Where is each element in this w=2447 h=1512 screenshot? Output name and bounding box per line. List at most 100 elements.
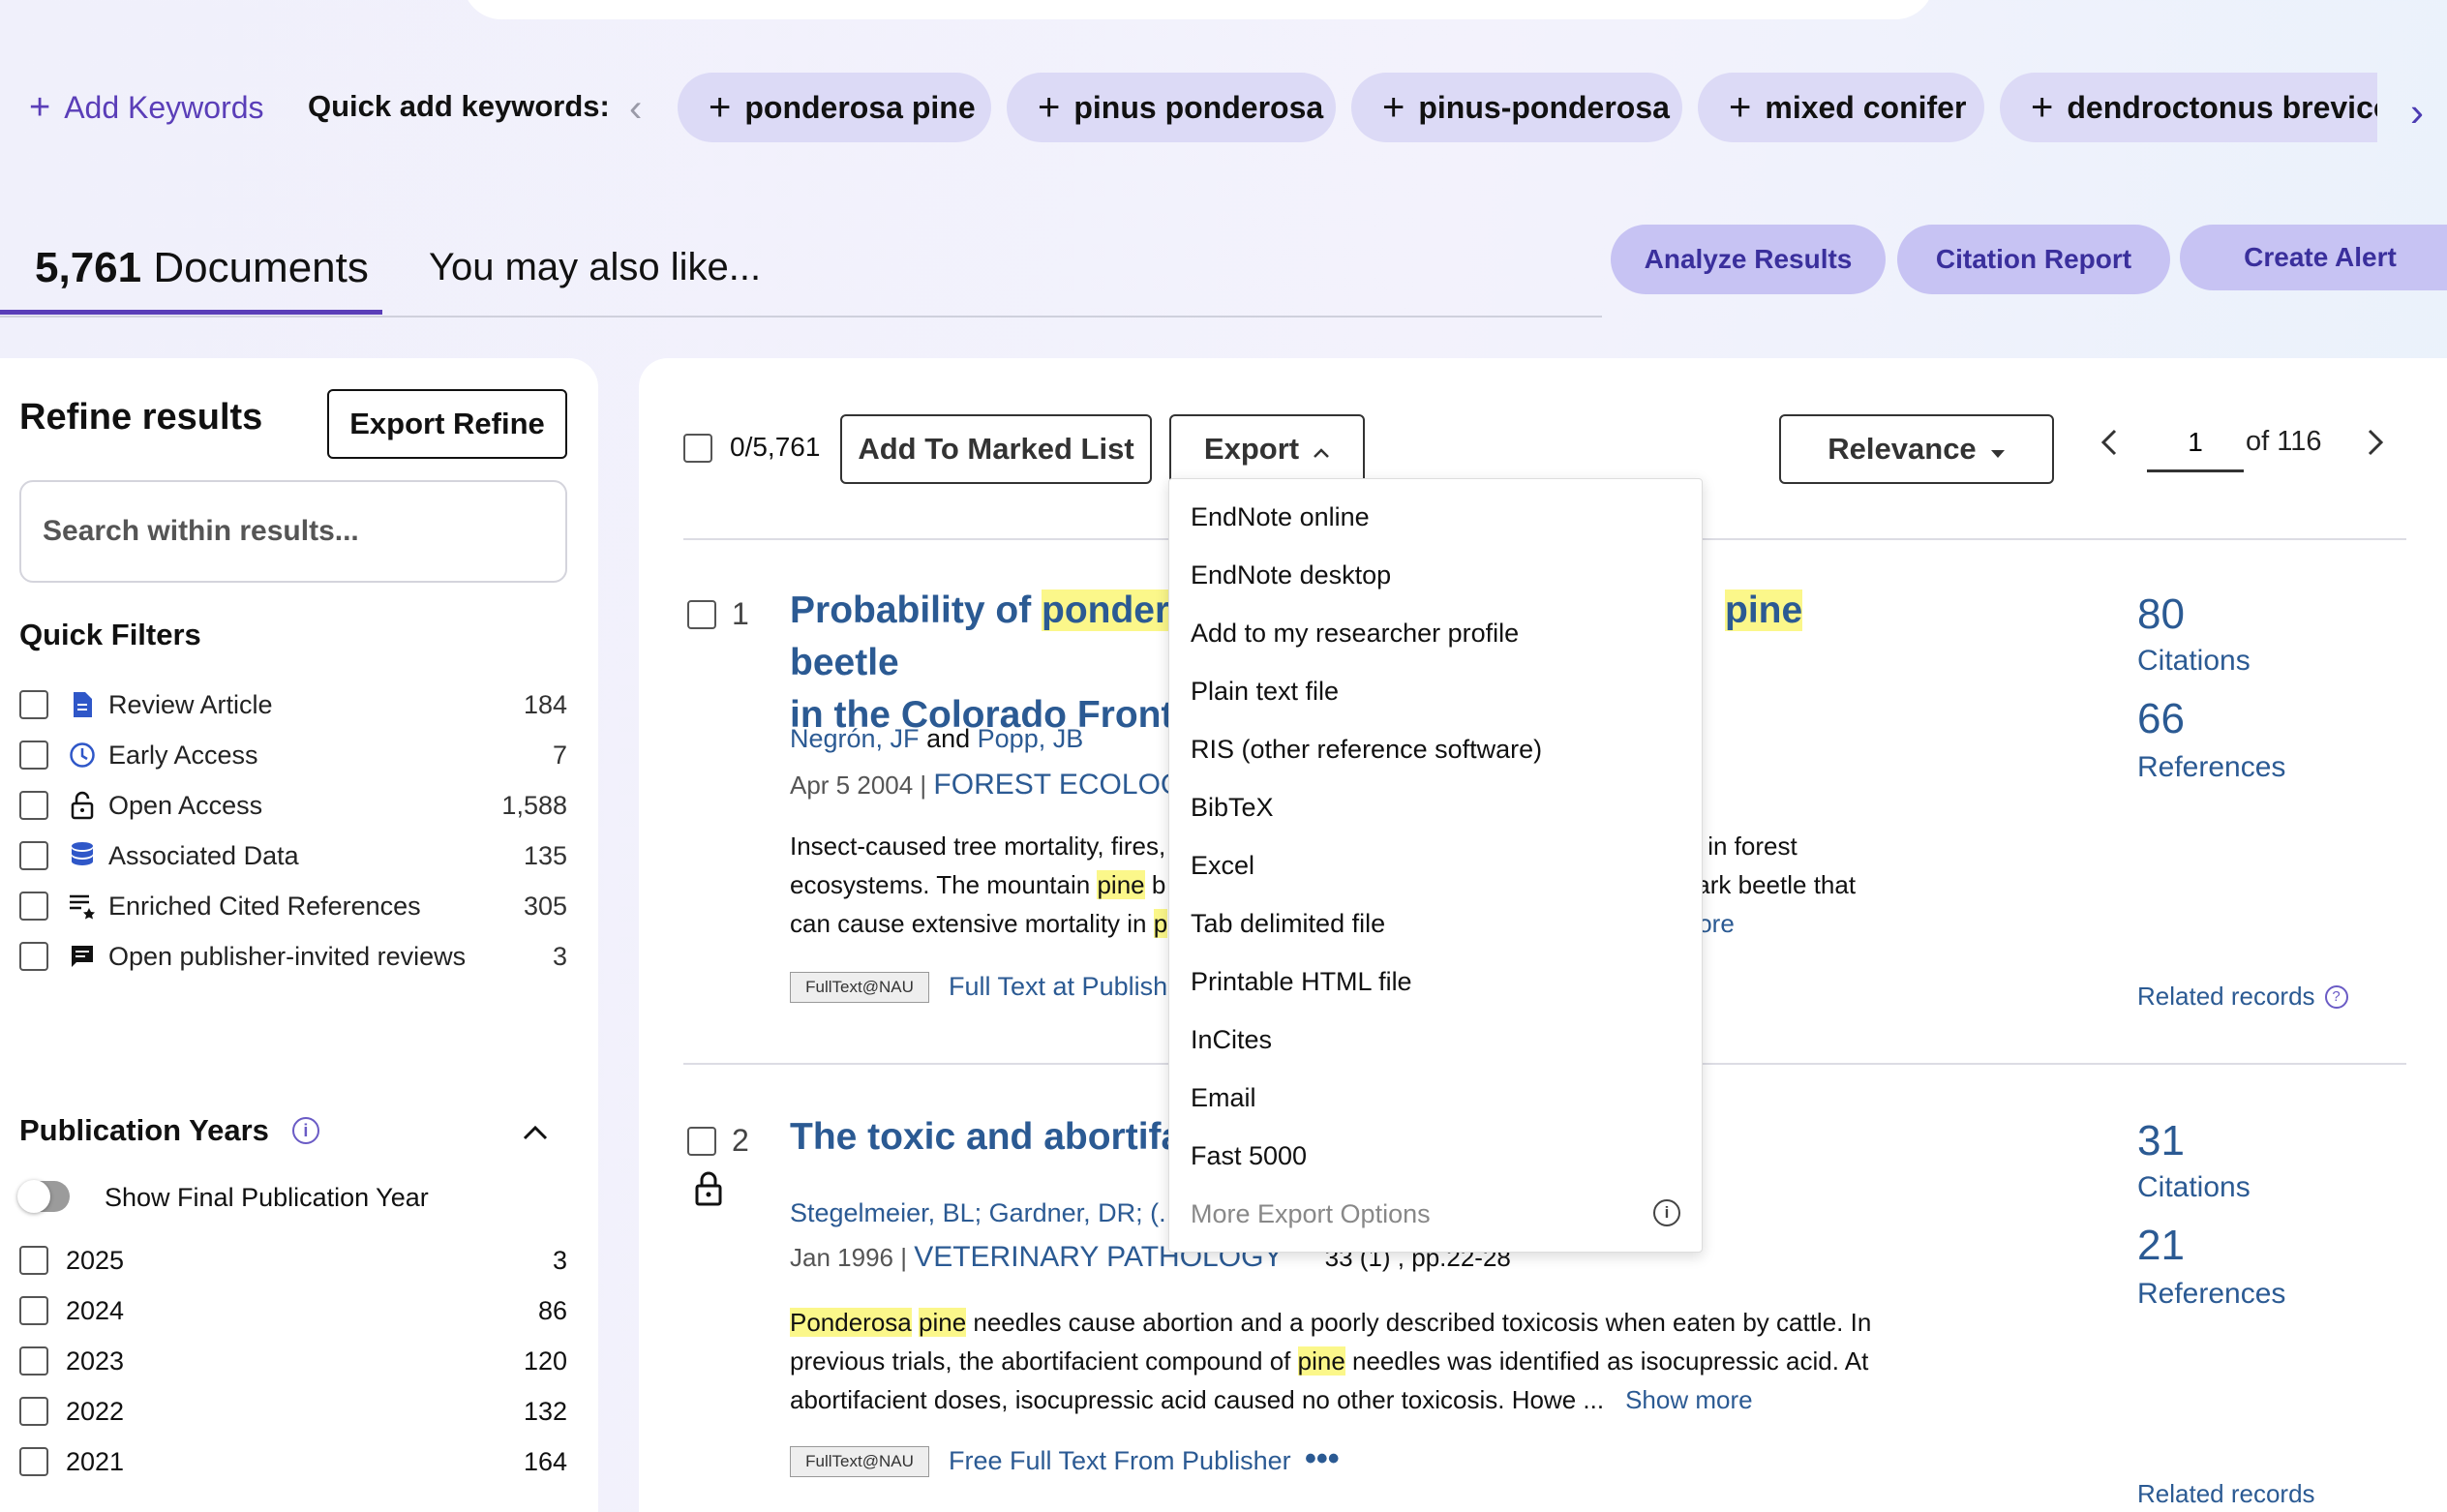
list-star-icon (68, 892, 97, 921)
prev-page-icon[interactable] (2100, 424, 2118, 465)
filter-row[interactable]: Early Access 7 (19, 734, 567, 776)
chevron-right-icon[interactable]: › (2410, 89, 2424, 136)
keyword-row: + Add Keywords Quick add keywords: ‹ + po… (0, 68, 2447, 147)
quick-filters-title: Quick Filters (19, 618, 201, 651)
filter-row[interactable]: Open Access 1,588 (19, 784, 567, 827)
analyze-results-button[interactable]: Analyze Results (1611, 225, 1886, 294)
record-authors: Negrón, JF and Popp, JB (790, 724, 1084, 753)
references-label[interactable]: References (2137, 751, 2285, 784)
citation-report-button[interactable]: Citation Report (1897, 225, 2170, 294)
menu-item-plain-text[interactable]: Plain text file (1191, 677, 1339, 707)
citations-label[interactable]: Citations (2137, 1171, 2251, 1204)
related-records-link[interactable]: Related records? (2137, 982, 2348, 1012)
checkbox[interactable] (19, 690, 48, 719)
info-icon[interactable]: i (291, 1117, 319, 1144)
plus-icon: + (1038, 85, 1061, 129)
checkbox[interactable] (19, 1246, 48, 1275)
export-button[interactable]: Export (1169, 414, 1365, 484)
chevron-up-icon[interactable] (523, 1111, 548, 1149)
export-refine-button[interactable]: Export Refine (327, 389, 567, 459)
keyword-chip[interactable]: + mixed conifer (1698, 73, 1984, 142)
menu-item-excel[interactable]: Excel (1191, 851, 1254, 881)
references-count[interactable]: 21 (2137, 1222, 2185, 1270)
final-year-toggle[interactable] (17, 1180, 70, 1213)
author-link[interactable]: Negrón, JF (790, 724, 920, 753)
citations-label[interactable]: Citations (2137, 645, 2251, 678)
page-total: of 116 (2246, 426, 2322, 457)
record-authors[interactable]: Stegelmeier, BL; Gardner, DR; (...); (790, 1198, 1196, 1228)
show-more-link[interactable]: Show more (1625, 1385, 1753, 1414)
checkbox[interactable] (19, 1346, 48, 1376)
menu-item-fast-5000[interactable]: Fast 5000 (1191, 1141, 1307, 1171)
menu-item-incites[interactable]: InCites (1191, 1025, 1272, 1055)
database-icon (68, 841, 97, 870)
checkbox[interactable] (19, 791, 48, 820)
menu-item-ris[interactable]: RIS (other reference software) (1191, 735, 1542, 765)
menu-item-printable-html[interactable]: Printable HTML file (1191, 967, 1412, 997)
year-row[interactable]: 2024 86 (19, 1289, 567, 1332)
more-options-icon[interactable]: ••• (1305, 1440, 1340, 1478)
add-to-marked-list-button[interactable]: Add To Marked List (840, 414, 1152, 484)
info-icon[interactable]: i (1653, 1199, 1680, 1226)
filter-row[interactable]: Review Article 184 (19, 683, 567, 726)
keyword-chip[interactable]: + pinus ponderosa (1007, 73, 1336, 142)
year-row[interactable]: 2022 132 (19, 1390, 567, 1433)
search-within-input[interactable] (19, 480, 567, 583)
full-text-link[interactable]: Full Text at Publishe (949, 972, 1182, 1002)
filter-row[interactable]: Open publisher-invited reviews 3 (19, 935, 567, 978)
sort-select[interactable]: Relevance (1779, 414, 2054, 484)
menu-item-email[interactable]: Email (1191, 1083, 1256, 1113)
year-row[interactable]: 2025 3 (19, 1239, 567, 1282)
checkbox[interactable] (19, 841, 48, 870)
clock-icon (68, 741, 97, 769)
citations-count[interactable]: 31 (2137, 1117, 2185, 1165)
related-records-link[interactable]: Related records (2137, 1479, 2315, 1509)
checkbox[interactable] (19, 892, 48, 921)
fulltext-nau-badge[interactable]: FullText@NAU (790, 972, 929, 1003)
page-input[interactable] (2147, 414, 2244, 472)
record-meta: Apr 5 2004 | FOREST ECOLOGY A (790, 769, 1228, 801)
active-tab-indicator (0, 310, 382, 315)
menu-item-more-export-options: More Export Options (1191, 1199, 1431, 1228)
add-keywords-button[interactable]: + Add Keywords (29, 87, 264, 129)
keyword-chip[interactable]: + ponderosa pine (678, 73, 991, 142)
tab-you-may-also-like[interactable]: You may also like... (429, 246, 761, 289)
filter-row[interactable]: Associated Data 135 (19, 834, 567, 877)
menu-item-endnote-online[interactable]: EndNote online (1191, 502, 1370, 532)
keyword-chip[interactable]: + pinus-ponderosa (1351, 73, 1682, 142)
chevron-left-icon[interactable]: ‹ (629, 87, 642, 131)
author-link[interactable]: Popp, JB (978, 724, 1084, 753)
record-checkbox[interactable] (687, 1127, 716, 1156)
tab-documents[interactable]: 5,761 Documents (35, 244, 369, 292)
checkbox[interactable] (19, 942, 48, 971)
year-row[interactable]: 2023 120 (19, 1340, 567, 1382)
menu-item-endnote-desktop[interactable]: EndNote desktop (1191, 560, 1391, 590)
select-all-checkbox[interactable] (683, 434, 712, 463)
caret-down-icon (1990, 432, 2006, 467)
checkbox[interactable] (19, 1296, 48, 1325)
checkbox[interactable] (19, 1397, 48, 1426)
create-alert-button[interactable]: Create Alert (2180, 225, 2447, 290)
toggle-knob (17, 1180, 50, 1213)
filter-row[interactable]: Enriched Cited References 305 (19, 885, 567, 927)
results-tabs: 5,761 Documents You may also like... (0, 223, 1602, 318)
plus-icon: + (709, 85, 732, 129)
citations-count[interactable]: 80 (2137, 590, 2185, 639)
record-checkbox[interactable] (687, 600, 716, 629)
plus-icon: + (2031, 85, 2054, 129)
menu-item-tab-delimited[interactable]: Tab delimited file (1191, 909, 1385, 939)
references-label[interactable]: References (2137, 1278, 2285, 1311)
checkbox[interactable] (19, 741, 48, 770)
keyword-chip[interactable]: + dendroctonus brevicor (2000, 73, 2377, 142)
free-full-text-link[interactable]: Free Full Text From Publisher (949, 1446, 1291, 1476)
menu-item-researcher-profile[interactable]: Add to my researcher profile (1191, 619, 1519, 649)
menu-item-bibtex[interactable]: BibTeX (1191, 793, 1274, 823)
references-count[interactable]: 66 (2137, 695, 2185, 743)
comment-icon (68, 943, 97, 970)
fulltext-nau-badge[interactable]: FullText@NAU (790, 1446, 929, 1477)
next-page-icon[interactable] (2367, 424, 2384, 465)
checkbox[interactable] (19, 1447, 48, 1476)
help-icon[interactable]: ? (2324, 984, 2348, 1009)
toggle-label: Show Final Publication Year (105, 1183, 429, 1212)
year-row[interactable]: 2021 164 (19, 1440, 567, 1483)
